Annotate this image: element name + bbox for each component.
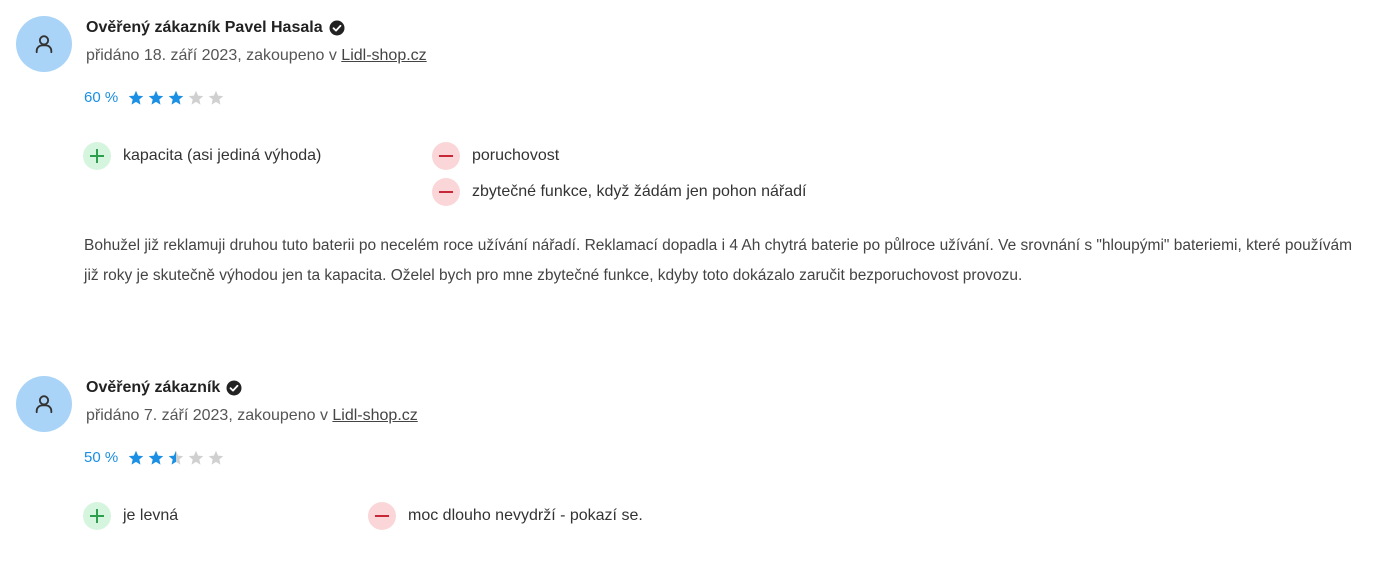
rating-percent: 50 %	[84, 449, 119, 466]
review-card: Ověřený zákazník Pavel Hasala přidáno 18…	[0, 0, 1377, 320]
minus-icon	[368, 502, 396, 530]
star-icon	[209, 450, 224, 465]
reviewer-name: Ověřený zákazník	[86, 379, 242, 397]
review-text: Bohužel již reklamuji druhou tuto bateri…	[84, 237, 1353, 284]
star-icon	[169, 90, 184, 105]
con-text: moc dlouho nevydrží - pokazí se.	[408, 507, 643, 524]
shop-link[interactable]: Lidl-shop.cz	[341, 47, 426, 64]
con-item: moc dlouho nevydrží - pokazí se.	[368, 502, 643, 530]
star-icon	[189, 450, 204, 465]
star-icon	[129, 90, 144, 105]
review-meta: přidáno 7. září 2023, zakoupeno v Lidl-s…	[86, 407, 418, 425]
rating-percent: 60 %	[84, 89, 119, 106]
rating-stars	[128, 450, 224, 466]
star-icon	[149, 450, 164, 465]
con-text: zbytečné funkce, když žádám jen pohon ná…	[472, 183, 807, 200]
star-icon	[189, 90, 204, 105]
pro-text: kapacita (asi jediná výhoda)	[123, 147, 322, 164]
avatar	[16, 376, 72, 432]
user-icon	[35, 35, 53, 54]
review-card: Ověřený zákazník přidáno 7. září 2023, z…	[0, 360, 1377, 568]
pro-text: je levná	[123, 507, 179, 524]
verified-check-icon	[329, 20, 345, 36]
reviewer-name-text: Ověřený zákazník	[86, 379, 221, 396]
minus-icon	[432, 178, 460, 206]
rating-stars	[128, 90, 224, 106]
review-meta: přidáno 18. září 2023, zakoupeno v Lidl-…	[86, 47, 427, 65]
con-item: zbytečné funkce, když žádám jen pohon ná…	[432, 178, 806, 206]
review-date: přidáno 7. září 2023, zakoupeno v	[86, 407, 333, 424]
plus-icon	[83, 142, 111, 170]
reviewer-name: Ověřený zákazník Pavel Hasala	[86, 19, 345, 37]
pro-item: je levná	[83, 502, 178, 530]
reviewer-name-text: Ověřený zákazník Pavel Hasala	[86, 19, 323, 36]
star-icon	[129, 450, 144, 465]
avatar	[16, 16, 72, 72]
star-icon	[149, 90, 164, 105]
verified-check-icon	[226, 380, 242, 396]
plus-icon	[83, 502, 111, 530]
con-text: poruchovost	[472, 147, 560, 164]
rating: 60 %	[84, 89, 224, 106]
minus-icon	[432, 142, 460, 170]
star-icon	[209, 90, 224, 105]
user-icon	[35, 395, 53, 414]
star-icon	[169, 450, 184, 465]
pro-item: kapacita (asi jediná výhoda)	[83, 142, 321, 170]
con-item: poruchovost	[432, 142, 559, 170]
review-date: přidáno 18. září 2023, zakoupeno v	[86, 47, 342, 64]
shop-link[interactable]: Lidl-shop.cz	[332, 407, 417, 424]
rating: 50 %	[84, 449, 224, 466]
